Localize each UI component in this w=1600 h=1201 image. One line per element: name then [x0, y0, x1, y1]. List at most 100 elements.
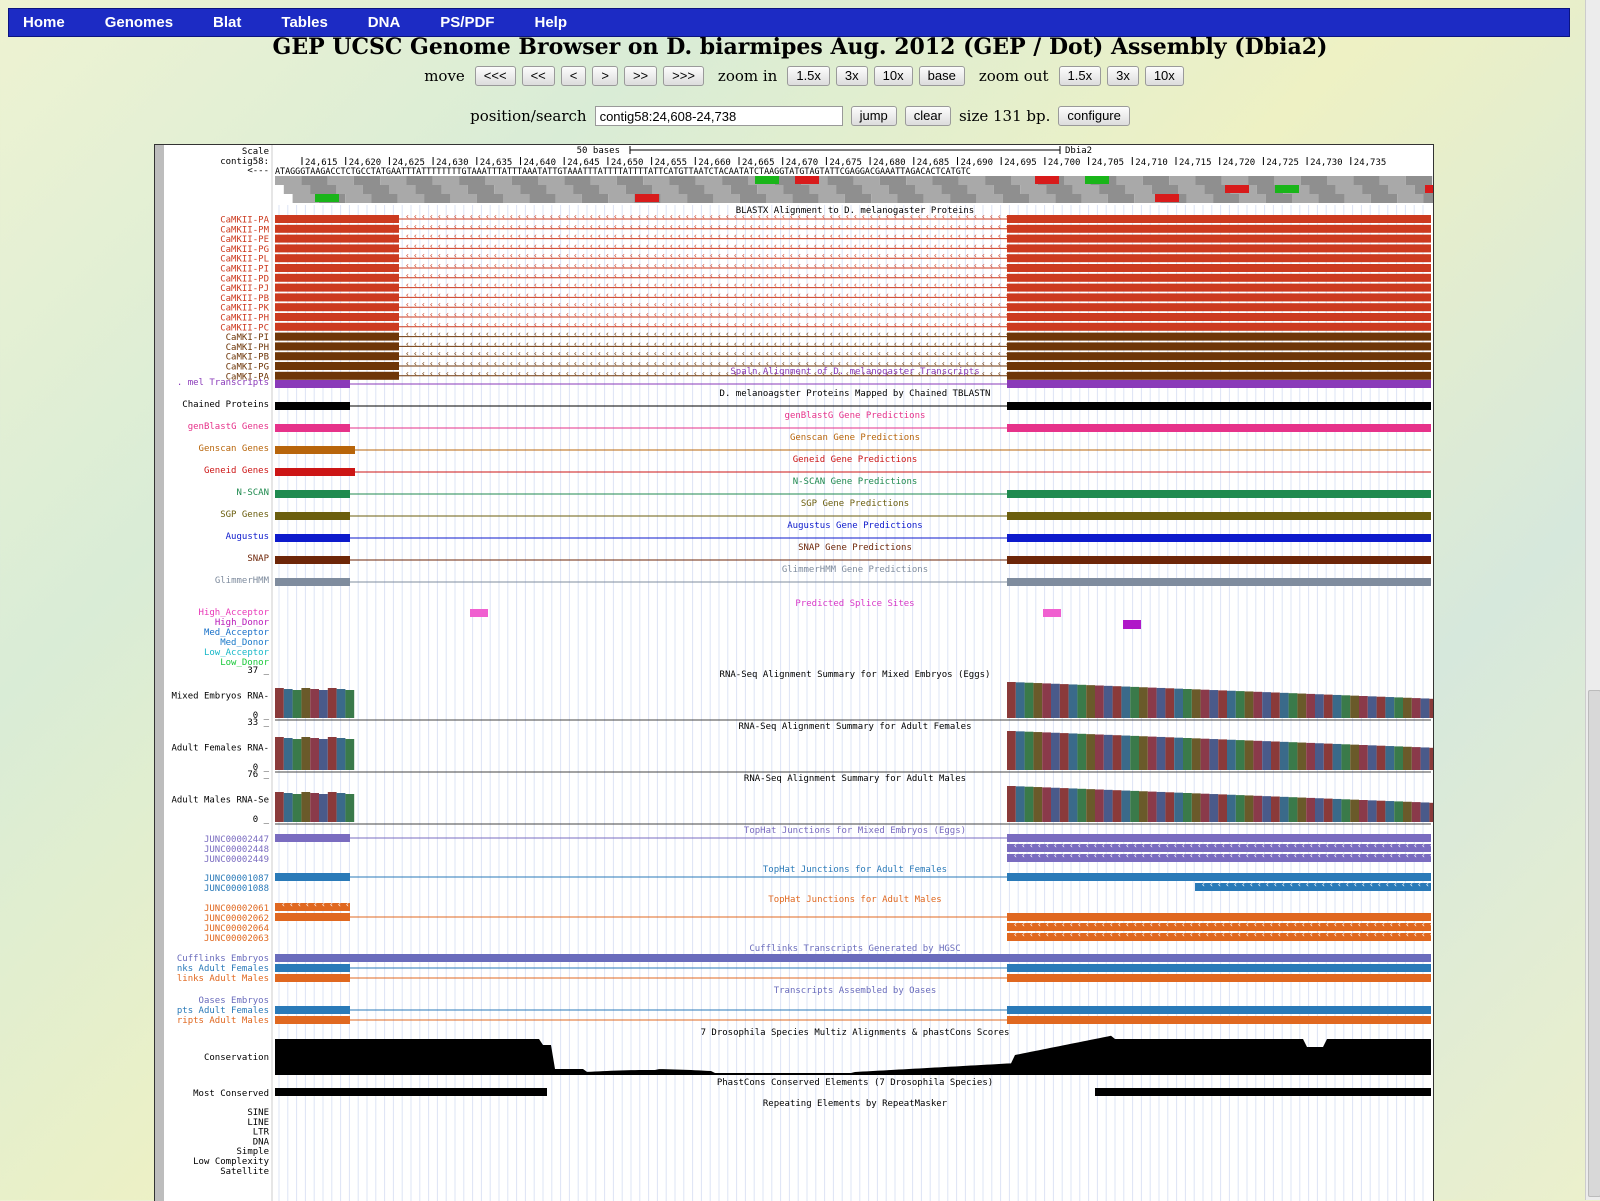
strand-chevron: ‹ — [413, 251, 418, 260]
strand-chevron: ‹ — [469, 212, 474, 221]
move-left-button[interactable]: < — [560, 66, 587, 86]
strand-chevron: ‹ — [701, 349, 706, 358]
strand-chevron: ‹ — [933, 310, 938, 319]
strand-chevron: ‹ — [725, 290, 730, 299]
page-scrollbar[interactable] — [1585, 0, 1600, 1200]
strand-chevron: ‹ — [565, 271, 570, 280]
nav-help[interactable]: Help — [520, 14, 567, 31]
strand-chevron: ‹ — [653, 349, 658, 358]
nav-home[interactable]: Home — [9, 14, 65, 31]
strand-chevron: ‹ — [957, 349, 962, 358]
move-right-far-button[interactable]: >>> — [663, 66, 704, 86]
strand-chevron: ‹ — [413, 281, 418, 290]
jump-button[interactable]: jump — [850, 106, 897, 126]
strand-chevron: ‹ — [645, 369, 650, 378]
strand-chevron: ‹ — [717, 369, 722, 378]
strand-chevron: ‹ — [1005, 359, 1010, 368]
nav-dna[interactable]: DNA — [354, 14, 401, 31]
strand-chevron: ‹ — [821, 300, 826, 309]
strand-chevron: ‹ — [709, 232, 714, 241]
coverage-bar — [1315, 694, 1324, 718]
coverage-bar — [1271, 741, 1280, 770]
strand-chevron: ‹ — [869, 241, 874, 250]
strand-chevron: ‹ — [949, 241, 954, 250]
strand-chevron: ‹ — [413, 369, 418, 378]
scrollbar-thumb[interactable] — [1588, 690, 1600, 1197]
coverage-bar — [1103, 685, 1113, 718]
strand-chevron: ‹ — [973, 271, 978, 280]
nav-tables[interactable]: Tables — [267, 14, 327, 31]
gene-exon — [275, 380, 350, 388]
genome-browser-image[interactable]: Scale contig58: <--- 50 bases Dbia2 24,615 24,… — [154, 144, 1434, 1201]
coverage-bar — [1244, 740, 1254, 770]
strand-chevron: ‹ — [693, 222, 698, 231]
strand-chevron: ‹ — [1349, 930, 1354, 939]
amino-acid-cell — [1213, 194, 1240, 203]
zoom-out-3x-button[interactable]: 3x — [1107, 66, 1139, 86]
strand-chevron: ‹ — [693, 310, 698, 319]
strand-chevron: ‹ — [981, 271, 986, 280]
blastx-block — [275, 352, 399, 361]
strand-chevron: ‹ — [941, 300, 946, 309]
strand-chevron: ‹ — [853, 320, 858, 329]
zoom-out-1-5x-button[interactable]: 1.5x — [1058, 66, 1102, 86]
coverage-bar — [1209, 690, 1219, 718]
strand-chevron: ‹ — [621, 222, 626, 231]
zoom-base-button[interactable]: base — [918, 66, 965, 86]
strand-chevron: ‹ — [853, 290, 858, 299]
strand-chevron: ‹ — [901, 271, 906, 280]
snap-title: SNAP Gene Predictions — [798, 543, 912, 553]
tophat-embryo-label: JUNC00002447 — [204, 835, 269, 845]
splice-site-mark — [470, 609, 488, 617]
strand-chevron: ‹ — [597, 359, 602, 368]
tophat-embryo-label: JUNC00002448 — [204, 845, 269, 855]
strand-chevron: ‹ — [709, 241, 714, 250]
move-left-far-button[interactable]: <<< — [474, 66, 516, 86]
strand-chevron: ‹ — [877, 232, 882, 241]
strand-chevron: ‹ — [1301, 851, 1306, 860]
strand-chevron: ‹ — [477, 281, 482, 290]
strand-chevron: ‹ — [749, 271, 754, 280]
coverage-bar — [1103, 734, 1113, 770]
genblastg-title: genBlastG Gene Predictions — [785, 411, 926, 421]
move-right-mid-button[interactable]: >> — [623, 66, 658, 86]
strand-chevron: ‹ — [757, 320, 762, 329]
strand-chevron: ‹ — [981, 290, 986, 299]
strand-chevron: ‹ — [901, 330, 906, 339]
strand-chevron: ‹ — [413, 290, 418, 299]
strand-chevron: ‹ — [573, 290, 578, 299]
amino-acid-cell — [1292, 194, 1319, 203]
strand-chevron: ‹ — [861, 320, 866, 329]
strand-chevron: ‹ — [941, 339, 946, 348]
amino-acid-cell — [853, 176, 880, 185]
zoom-in-3x-button[interactable]: 3x — [835, 66, 868, 86]
strand-chevron: ‹ — [765, 310, 770, 319]
nav-genomes[interactable]: Genomes — [91, 14, 173, 31]
strand-chevron: ‹ — [885, 330, 890, 339]
track-canvas[interactable]: Scalecontig58:<---50 bases Dbia224,615 24,… — [155, 145, 1433, 1201]
zoom-in-1-5x-button[interactable]: 1.5x — [787, 66, 830, 86]
nav-pspdf[interactable]: PS/PDF — [426, 14, 494, 31]
strand-chevron: ‹ — [661, 349, 666, 358]
strand-chevron: ‹ — [997, 330, 1002, 339]
configure-button[interactable]: configure — [1058, 106, 1130, 126]
strand-chevron: ‹ — [1085, 851, 1090, 860]
strand-chevron: ‹ — [453, 290, 458, 299]
strand-chevron: ‹ — [1125, 841, 1130, 850]
strand-chevron: ‹ — [973, 349, 978, 358]
strand-chevron: ‹ — [845, 251, 850, 260]
strand-chevron: ‹ — [709, 310, 714, 319]
move-right-button[interactable]: > — [592, 66, 618, 86]
strand-chevron: ‹ — [853, 349, 858, 358]
position-search-input[interactable] — [594, 106, 843, 126]
strand-chevron: ‹ — [765, 271, 770, 280]
move-left-mid-button[interactable]: << — [521, 66, 555, 86]
clear-button[interactable]: clear — [904, 106, 951, 126]
conservation-plot — [275, 1035, 1431, 1075]
strand-chevron: ‹ — [997, 281, 1002, 290]
zoom-out-10x-button[interactable]: 10x — [1144, 66, 1184, 86]
rna_female-label: Adult Females RNA- — [171, 744, 269, 754]
zoom-in-10x-button[interactable]: 10x — [873, 66, 913, 86]
strand-chevron: ‹ — [1285, 920, 1290, 929]
nav-blat[interactable]: Blat — [199, 14, 241, 31]
